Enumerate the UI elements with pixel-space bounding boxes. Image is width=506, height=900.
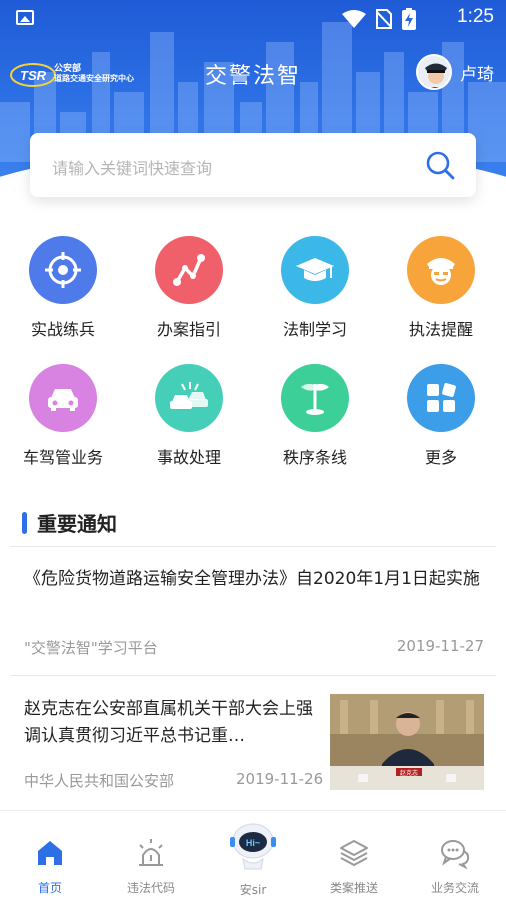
feature-item[interactable]: 秩序条线 <box>252 364 378 468</box>
police-avatar-icon <box>418 56 450 88</box>
alarm-icon <box>139 839 163 866</box>
avatar[interactable] <box>416 54 452 90</box>
target-icon <box>45 252 81 288</box>
search-box[interactable]: 请输入关键词快速查询 <box>30 133 476 197</box>
news-item[interactable]: 《危险货物道路运输安全管理办法》自2020年1月1日起实施 "交警法智"学习平台… <box>0 547 506 675</box>
clock: 1:25 <box>457 6 494 27</box>
bottom-tab-bar: 首页 违法代码 Hi~ 安sir 类案推送 业务交流 <box>0 810 506 900</box>
feature-label: 法制学习 <box>282 320 347 339</box>
tab-business-exchange[interactable]: 业务交流 <box>405 837 505 896</box>
robot-icon: Hi~ <box>230 823 276 870</box>
section-accent-bar <box>22 511 27 534</box>
news-date: 2019-11-27 <box>396 637 484 655</box>
notices-header: 重要通知 <box>22 508 117 537</box>
feature-label: 更多 <box>424 448 457 467</box>
news-date: 2019-11-26 <box>236 770 324 788</box>
news-headline[interactable]: 赵克志在公安部直属机关干部大会上强调认真贯彻习近平总书记重… <box>24 696 322 750</box>
tab-similar-cases[interactable]: 类案推送 <box>304 837 404 896</box>
tab-label: 违法代码 <box>126 881 175 895</box>
car-crash-icon <box>170 382 208 409</box>
feature-icon-circle <box>281 364 349 432</box>
feature-label: 实战练兵 <box>30 320 95 339</box>
user-profile[interactable]: 卢琦 <box>416 54 494 90</box>
feature-label: 办案指引 <box>156 320 221 339</box>
route-icon <box>173 254 205 286</box>
tab-label: 类案推送 <box>329 881 378 895</box>
feature-icon-circle <box>155 364 223 432</box>
car-icon <box>48 389 78 411</box>
tab-label: 业务交流 <box>430 881 479 895</box>
tab-home[interactable]: 首页 <box>0 837 100 896</box>
chat-icon <box>441 840 470 870</box>
officer-icon <box>427 258 455 285</box>
feature-icon-circle <box>29 236 97 304</box>
nameplate-text: 赵克志 <box>400 769 418 777</box>
news-item[interactable]: 赵克志在公安部直属机关干部大会上强调认真贯彻习近平总书记重… 中华人民共和国公安… <box>0 676 506 806</box>
home-icon <box>38 841 62 865</box>
feature-item[interactable]: 执法提醒 <box>378 236 504 340</box>
flag-icon <box>301 383 329 415</box>
feature-label: 事故处理 <box>156 448 221 467</box>
news-headline[interactable]: 《危险货物道路运输安全管理办法》自2020年1月1日起实施 <box>24 567 484 592</box>
image-notification-icon <box>16 10 34 25</box>
feature-item[interactable]: 法制学习 <box>252 236 378 340</box>
feature-icon-circle <box>407 364 475 432</box>
feature-icon-circle <box>281 236 349 304</box>
meeting-photo: 赵克志 <box>330 694 484 790</box>
news-thumbnail[interactable]: 赵克志 <box>330 694 484 790</box>
tab-ansir[interactable]: Hi~ 安sir <box>203 819 303 898</box>
notices-title: 重要通知 <box>37 512 117 536</box>
feature-icon-circle <box>29 364 97 432</box>
feature-icon-circle <box>155 236 223 304</box>
svg-text:Hi~: Hi~ <box>246 838 260 848</box>
search-icon[interactable] <box>424 149 456 181</box>
feature-item[interactable]: 办案指引 <box>126 236 252 340</box>
feature-item[interactable]: 更多 <box>378 364 504 468</box>
feature-label: 秩序条线 <box>282 448 347 467</box>
battery-charging-icon <box>402 8 416 30</box>
feature-label: 车驾管业务 <box>22 448 103 467</box>
status-icons <box>342 8 416 30</box>
no-sim-icon <box>376 9 392 29</box>
feature-icon-circle <box>407 236 475 304</box>
layers-icon <box>340 840 368 866</box>
search-input[interactable]: 请输入关键词快速查询 <box>52 155 212 179</box>
status-bar: 1:25 <box>0 0 506 36</box>
tab-label: 安sir <box>239 883 267 897</box>
wifi-icon <box>342 10 366 28</box>
grid-icon <box>427 383 456 412</box>
news-source: 中华人民共和国公安部 <box>24 772 175 790</box>
graduation-cap-icon <box>296 258 334 281</box>
news-source: "交警法智"学习平台 <box>24 639 158 657</box>
user-name: 卢琦 <box>460 64 494 85</box>
feature-item[interactable]: 车驾管业务 <box>0 364 126 468</box>
tab-violation-code[interactable]: 违法代码 <box>101 837 201 896</box>
feature-label: 执法提醒 <box>408 320 473 339</box>
tab-label: 首页 <box>37 881 62 895</box>
feature-item[interactable]: 事故处理 <box>126 364 252 468</box>
feature-item[interactable]: 实战练兵 <box>0 236 126 340</box>
